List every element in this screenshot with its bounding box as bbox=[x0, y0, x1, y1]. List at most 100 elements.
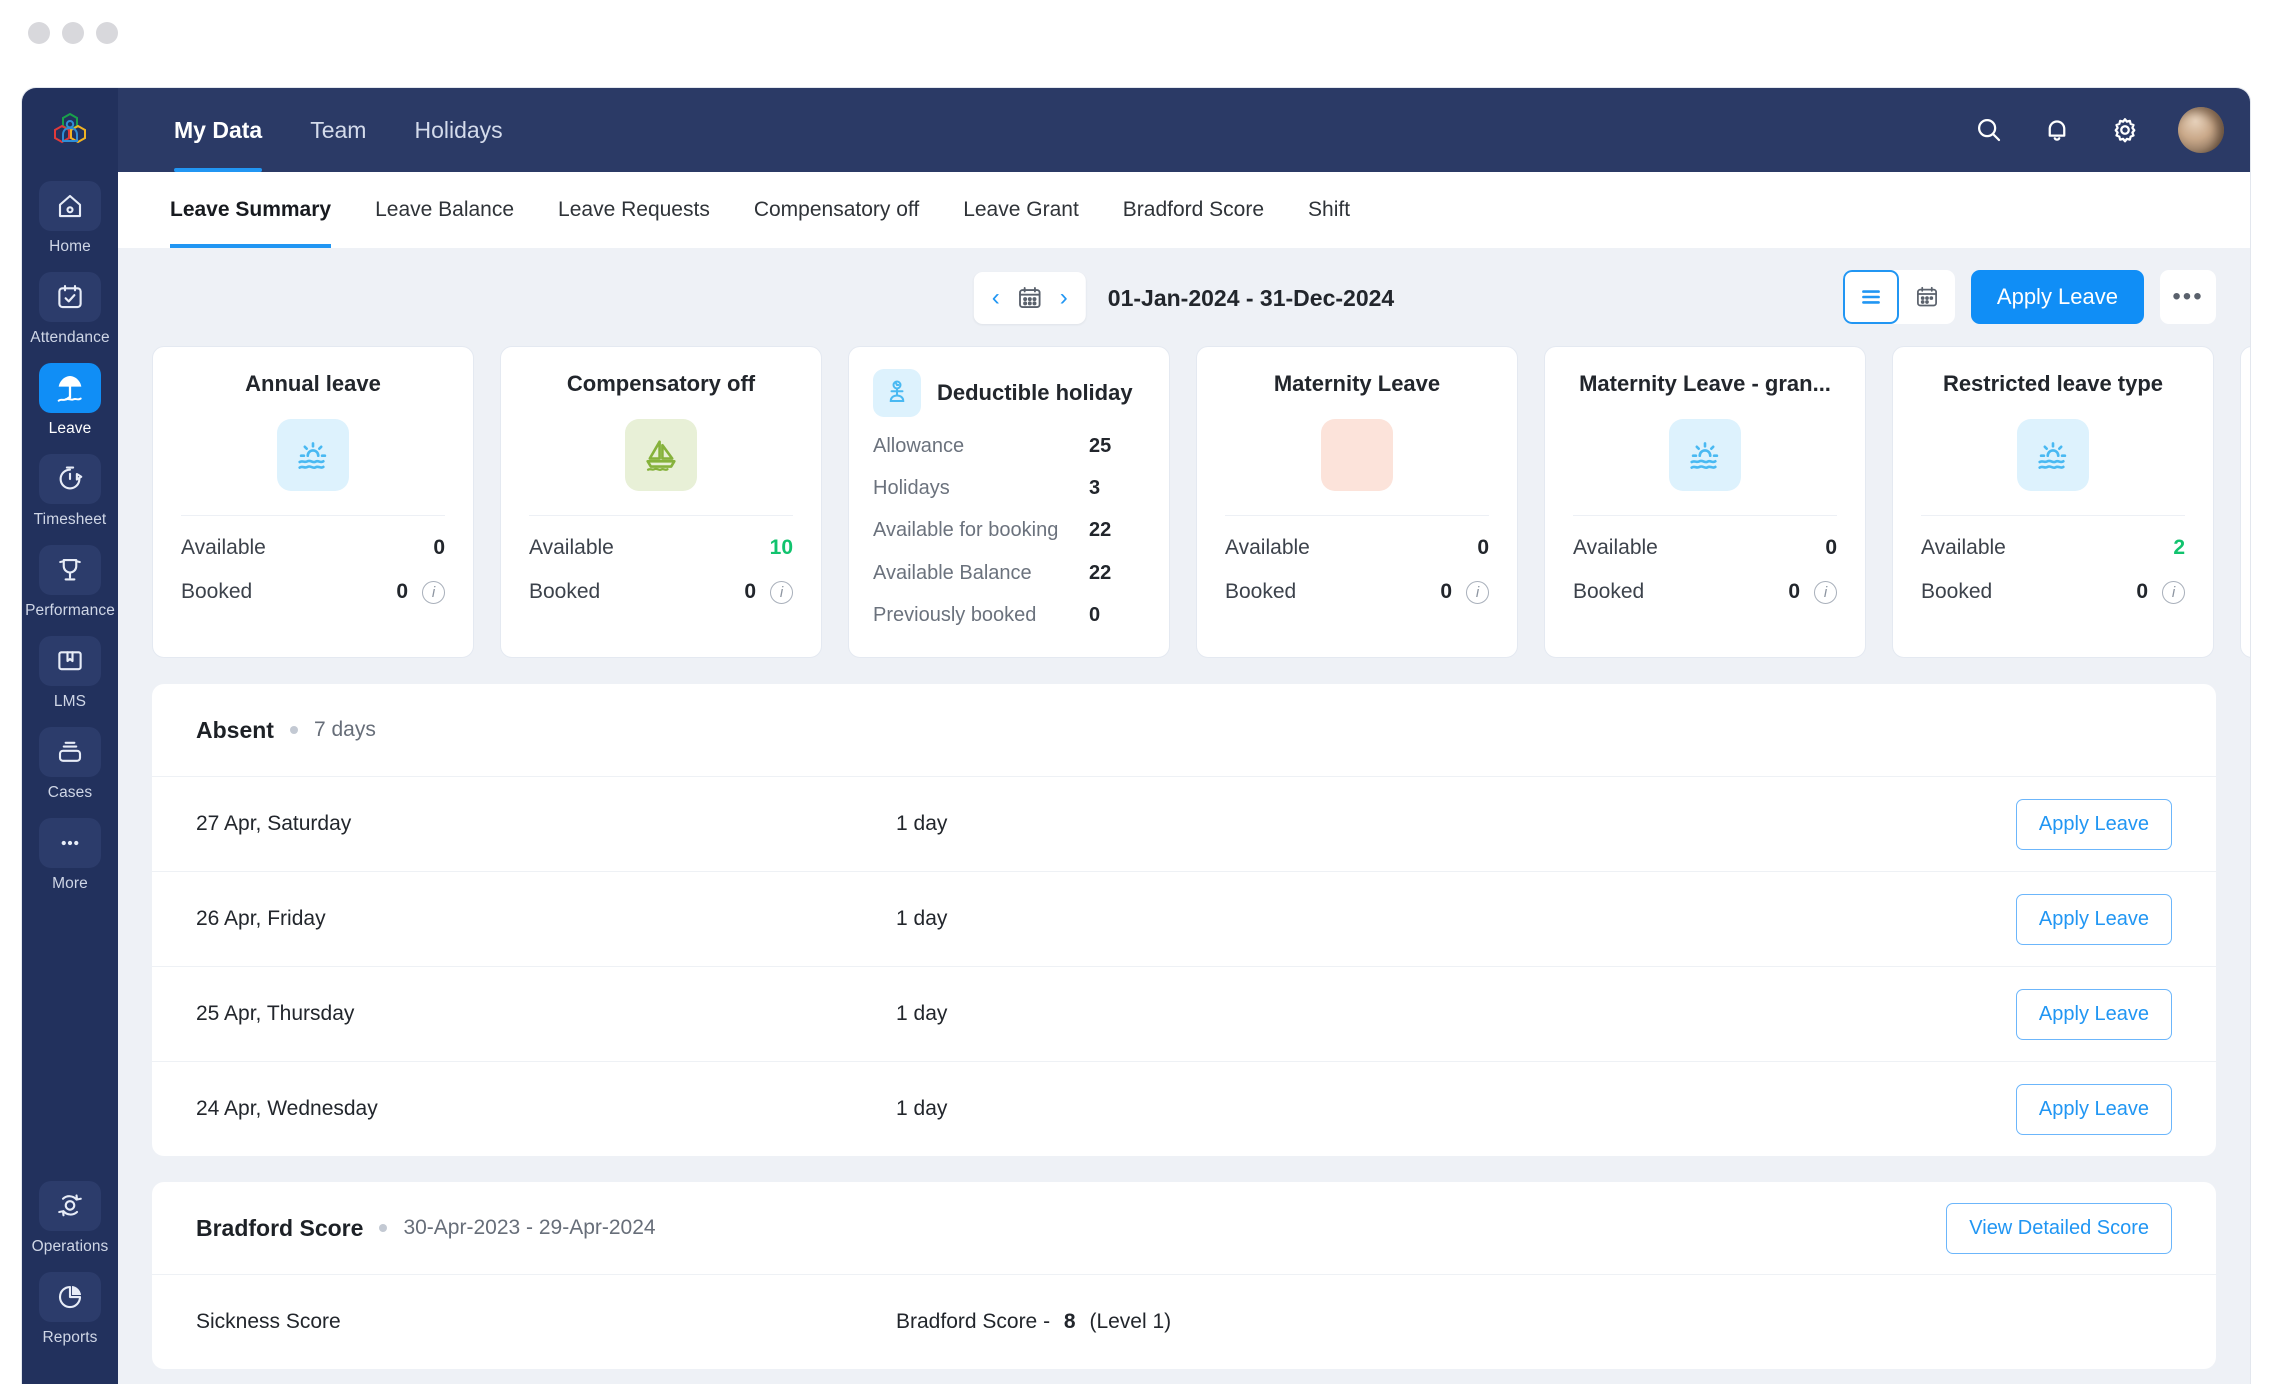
apply-leave-row-button[interactable]: Apply Leave bbox=[2015, 988, 2172, 1040]
row-value: 0 bbox=[396, 580, 408, 603]
apply-leave-button[interactable]: Apply Leave bbox=[1970, 270, 2144, 324]
leave-type-cards-carousel: Annual leave Available 0 Booked 0 i Comp… bbox=[152, 346, 2250, 658]
subtab-leave-requests[interactable]: Leave Requests bbox=[558, 172, 710, 248]
more-options-button[interactable]: ••• bbox=[2160, 270, 2216, 324]
absent-panel-subtitle: 7 days bbox=[313, 718, 376, 741]
row-key: Available bbox=[1921, 536, 2006, 559]
row-value: 22 bbox=[1089, 519, 1112, 542]
row-key: Booked bbox=[1225, 580, 1297, 603]
info-icon[interactable]: i bbox=[770, 580, 793, 604]
leave-card-partial-next[interactable]: Av Bo › bbox=[2240, 346, 2250, 658]
subtab-leave-summary[interactable]: Leave Summary bbox=[170, 172, 332, 248]
apply-leave-row-button[interactable]: Apply Leave bbox=[2015, 798, 2172, 850]
subtab-bradford-score[interactable]: Bradford Score bbox=[1123, 172, 1264, 248]
prev-period-button[interactable]: ‹ bbox=[992, 286, 1000, 310]
bradford-row: Sickness Score Bradford Score - 8 (Level… bbox=[152, 1274, 2216, 1369]
window-close-button[interactable] bbox=[28, 22, 50, 44]
sidebar-item-label: Cases bbox=[47, 784, 93, 801]
sidebar-item-home[interactable]: Home bbox=[22, 172, 118, 263]
top-tab-team[interactable]: Team bbox=[310, 88, 366, 172]
subtab-leave-balance[interactable]: Leave Balance bbox=[375, 172, 514, 248]
bradford-score-panel: Bradford Score 30-Apr-2023 - 29-Apr-2024… bbox=[152, 1182, 2216, 1369]
window-minimize-button[interactable] bbox=[62, 22, 84, 44]
leave-card-maternity-leave[interactable]: Maternity Leave Available 0 Booked 0 i bbox=[1196, 346, 1518, 658]
subtab-label: Leave Requests bbox=[558, 198, 710, 221]
row-key: Available bbox=[1573, 536, 1658, 559]
settings-gear-icon[interactable] bbox=[2110, 115, 2140, 145]
row-key: Available bbox=[1225, 536, 1310, 559]
absent-duration: 1 day bbox=[896, 1002, 948, 1025]
sidebar-item-timesheet[interactable]: Timesheet bbox=[22, 445, 118, 536]
separator-dot bbox=[379, 1224, 388, 1232]
sidebar-item-more[interactable]: More bbox=[22, 809, 118, 900]
subtab-leave-grant[interactable]: Leave Grant bbox=[963, 172, 1079, 248]
subtab-label: Leave Grant bbox=[963, 198, 1079, 221]
leave-card-deductible-holiday[interactable]: Deductible holiday Allowance 25 Holidays… bbox=[848, 346, 1170, 658]
info-icon[interactable]: i bbox=[1466, 580, 1489, 604]
row-value: 10 bbox=[769, 536, 793, 559]
top-tab-holidays[interactable]: Holidays bbox=[414, 88, 502, 172]
sidebar-item-reports[interactable]: Reports bbox=[22, 1263, 118, 1354]
sidebar-item-label: Operations bbox=[31, 1238, 109, 1255]
subtab-shift[interactable]: Shift bbox=[1308, 172, 1350, 248]
sidebar-item-label: Reports bbox=[42, 1329, 98, 1346]
row-value: 0 bbox=[433, 536, 445, 559]
leave-card-restricted-leave-type[interactable]: Restricted leave type Available 2 Booked… bbox=[1892, 346, 2214, 658]
subtab-label: Bradford Score bbox=[1122, 198, 1265, 221]
info-icon[interactable]: i bbox=[422, 580, 445, 604]
view-detailed-score-button[interactable]: View Detailed Score bbox=[1946, 1202, 2172, 1254]
operations-cycle-icon bbox=[39, 1181, 101, 1231]
row-value: 3 bbox=[1089, 477, 1101, 500]
absent-duration: 1 day bbox=[896, 907, 948, 930]
app-logo[interactable] bbox=[22, 88, 118, 172]
apply-leave-row-button[interactable]: Apply Leave bbox=[2015, 893, 2172, 945]
toolbar-actions: Apply Leave ••• bbox=[1842, 270, 2216, 324]
detail-row-available-balance: Available Balance 22 bbox=[873, 561, 1145, 586]
leave-card-row-booked: Booked 0 i bbox=[181, 580, 445, 604]
window-maximize-button[interactable] bbox=[96, 22, 118, 44]
row-key: Available bbox=[529, 536, 614, 559]
separator-dot bbox=[289, 726, 298, 734]
notification-bell-icon[interactable] bbox=[2042, 115, 2072, 145]
list-view-icon[interactable] bbox=[1843, 270, 1899, 324]
row-value: 0 bbox=[1089, 603, 1101, 626]
sidebar-item-leave[interactable]: Leave bbox=[22, 354, 118, 445]
person-clock-icon bbox=[873, 369, 921, 417]
info-icon[interactable]: i bbox=[2162, 580, 2185, 604]
calendar-icon[interactable] bbox=[1016, 284, 1044, 312]
sidebar-item-lms[interactable]: LMS bbox=[22, 627, 118, 718]
sidebar-item-label: Home bbox=[49, 238, 91, 255]
absent-panel-header: Absent 7 days bbox=[152, 684, 2216, 776]
book-icon bbox=[39, 636, 101, 686]
leave-card-compensatory-off[interactable]: Compensatory off Available 10 Booked 0 i bbox=[500, 346, 822, 658]
subtab-compensatory-off[interactable]: Compensatory off bbox=[754, 172, 919, 248]
sidebar-item-cases[interactable]: Cases bbox=[22, 718, 118, 809]
info-icon[interactable]: i bbox=[1814, 580, 1837, 604]
bradford-score-prefix: Bradford Score - bbox=[896, 1310, 1051, 1333]
next-period-button[interactable]: › bbox=[1060, 286, 1068, 310]
absent-panel: Absent 7 days 27 Apr, Saturday 1 day App… bbox=[152, 684, 2216, 1156]
calendar-check-icon bbox=[39, 272, 101, 322]
row-key: Previously booked bbox=[873, 603, 1037, 626]
absent-date: 24 Apr, Wednesday bbox=[196, 1097, 378, 1120]
leave-type-cards-row: Annual leave Available 0 Booked 0 i Comp… bbox=[152, 346, 2250, 658]
sidebar-item-attendance[interactable]: Attendance bbox=[22, 263, 118, 354]
absent-row: 25 Apr, Thursday 1 day Apply Leave bbox=[152, 966, 2216, 1061]
blank-square-icon bbox=[1321, 419, 1393, 491]
sidebar-item-operations[interactable]: Operations bbox=[22, 1172, 118, 1263]
sidebar-item-label: Timesheet bbox=[33, 511, 107, 528]
calendar-view-icon[interactable] bbox=[1899, 270, 1955, 324]
leave-card-annual-leave[interactable]: Annual leave Available 0 Booked 0 i bbox=[152, 346, 474, 658]
leave-card-row-available: Available 2 bbox=[1921, 536, 2185, 560]
leave-card-maternity-leave-granted[interactable]: Maternity Leave - gran... Available 0 Bo… bbox=[1544, 346, 1866, 658]
row-value: 0 bbox=[744, 580, 756, 603]
sidebar-item-label: More bbox=[52, 875, 88, 892]
apply-leave-row-button[interactable]: Apply Leave bbox=[2015, 1083, 2172, 1135]
row-value: 0 bbox=[2136, 580, 2148, 603]
row-key: Booked bbox=[1573, 580, 1645, 603]
sidebar-item-performance[interactable]: Performance bbox=[22, 536, 118, 627]
absent-date: 27 Apr, Saturday bbox=[196, 812, 352, 835]
user-avatar[interactable] bbox=[2178, 107, 2224, 153]
top-tab-my-data[interactable]: My Data bbox=[174, 88, 263, 172]
search-icon[interactable] bbox=[1974, 115, 2004, 145]
